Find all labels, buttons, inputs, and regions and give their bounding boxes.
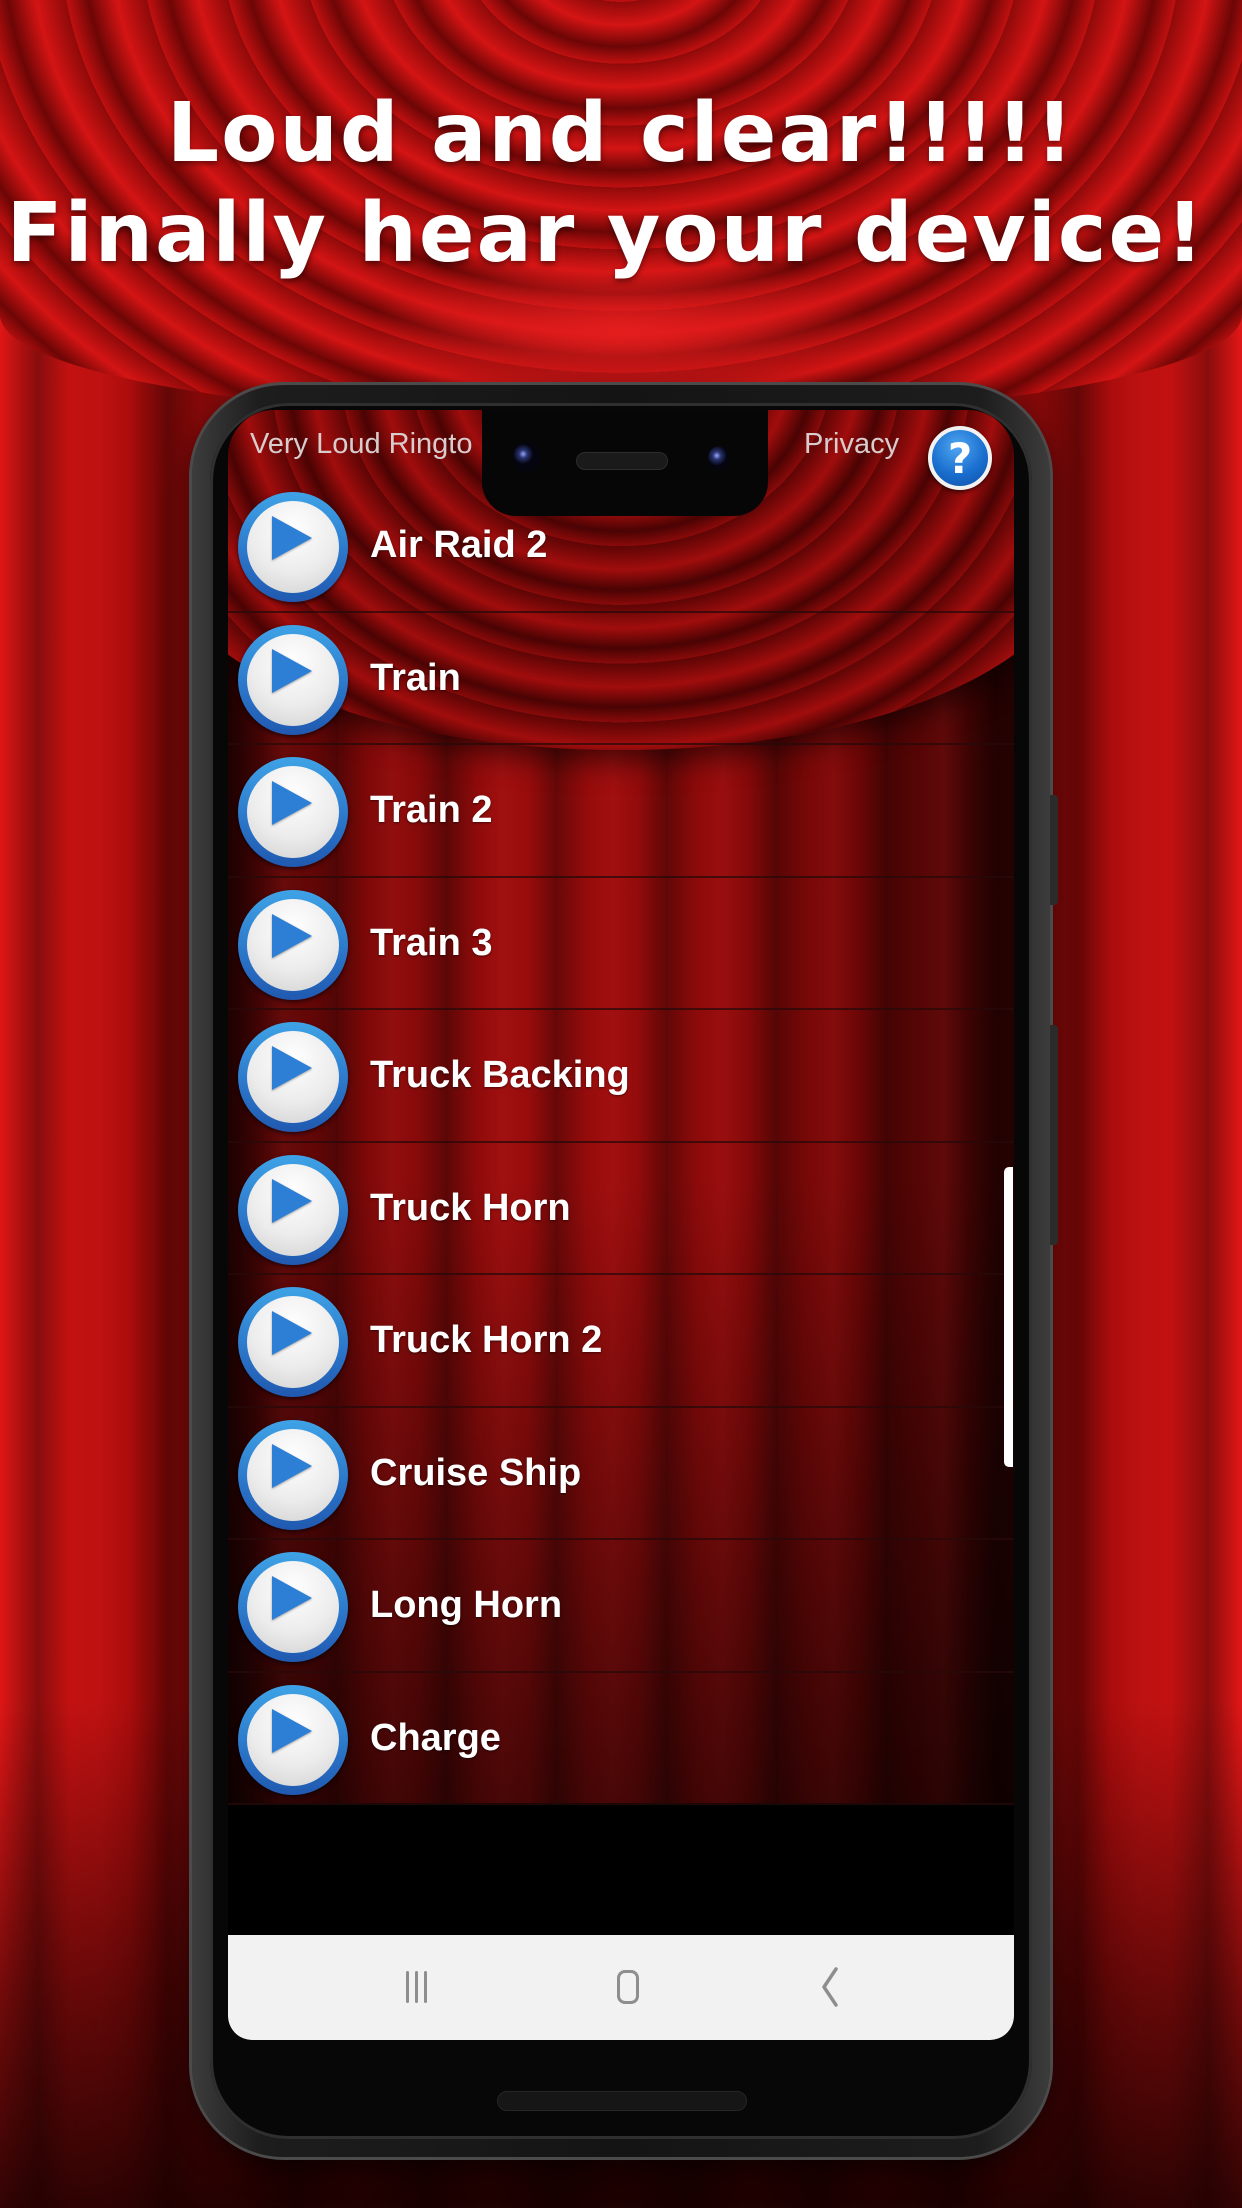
play-icon (272, 1178, 312, 1223)
sound-list-item[interactable]: Long Horn (228, 1540, 1014, 1673)
recent-apps-button[interactable] (394, 1965, 444, 2009)
sound-label: Air Raid 2 (370, 524, 548, 566)
sound-label: Charge (370, 1716, 501, 1759)
play-icon (272, 648, 312, 693)
sound-label: Truck Horn (370, 1186, 571, 1229)
sound-label: Train 3 (370, 921, 493, 964)
recent-apps-icon (406, 1971, 409, 2003)
sound-list-item[interactable]: Train (228, 613, 1014, 745)
help-question-icon: ? (947, 433, 973, 483)
play-button[interactable] (238, 624, 348, 735)
sound-list-item[interactable]: Truck Backing (228, 1010, 1014, 1143)
app-title: Very Loud Ringto (250, 428, 473, 460)
sound-list: Air Raid 2 Train Train 2 Train 3 Truck B… (228, 480, 1014, 1805)
system-nav-bar (228, 1935, 1014, 2040)
list-scrollbar[interactable] (1004, 1167, 1013, 1467)
play-icon (272, 1046, 312, 1090)
front-sensor-icon (708, 446, 730, 470)
sound-label: Cruise Ship (370, 1451, 582, 1494)
play-icon (272, 1708, 312, 1753)
play-icon (272, 781, 312, 825)
play-icon (272, 1576, 312, 1620)
camera-notch (482, 410, 768, 516)
play-button[interactable] (238, 757, 348, 867)
sound-list-item[interactable]: Train 3 (228, 878, 1014, 1010)
promo-headline: Loud and clear!!!!! Finally hear your de… (0, 84, 1242, 284)
play-button[interactable] (238, 492, 348, 602)
headline-line-2: Finally hear your device! (6, 186, 1206, 281)
sound-list-item[interactable]: Cruise Ship (228, 1408, 1014, 1540)
play-button[interactable] (238, 1684, 348, 1795)
front-camera-icon (512, 442, 540, 472)
play-button[interactable] (238, 1419, 348, 1530)
play-icon (272, 1311, 312, 1355)
sound-list-item[interactable]: Charge (228, 1673, 1014, 1805)
recent-apps-icon-bar (424, 1971, 427, 2003)
back-chevron-icon (822, 1967, 838, 2007)
sound-label: Truck Horn 2 (370, 1319, 603, 1361)
help-button[interactable]: ? (928, 426, 992, 490)
sound-list-item[interactable]: Truck Horn 2 (228, 1275, 1014, 1408)
play-icon (272, 913, 312, 958)
earpiece-speaker (576, 452, 668, 470)
bottom-speaker-grille (497, 2091, 747, 2111)
play-icon (272, 1443, 312, 1488)
play-button[interactable] (238, 1287, 348, 1397)
privacy-link[interactable]: Privacy (804, 428, 899, 461)
sound-label: Train 2 (370, 789, 493, 831)
play-button[interactable] (238, 1552, 348, 1662)
recent-apps-icon-bar (415, 1971, 418, 2003)
volume-button (1050, 795, 1058, 905)
power-button (1050, 1025, 1058, 1245)
sound-list-item[interactable]: Train 2 (228, 745, 1014, 878)
sound-label: Long Horn (370, 1584, 563, 1626)
play-button[interactable] (238, 889, 348, 1000)
sound-label: Truck Backing (370, 1054, 630, 1096)
play-button[interactable] (238, 1154, 348, 1265)
headline-line-1: Loud and clear!!!!! (166, 86, 1076, 181)
play-icon (272, 516, 312, 560)
phone-screen: Very Loud Ringto Privacy ? Air Raid 2 Tr… (228, 410, 1014, 2040)
back-button[interactable] (816, 1965, 866, 2009)
sound-label: Train (370, 656, 461, 699)
play-button[interactable] (238, 1022, 348, 1132)
home-icon (617, 1970, 639, 2004)
sound-list-item[interactable]: Truck Horn (228, 1143, 1014, 1275)
home-button[interactable] (608, 1965, 658, 2009)
